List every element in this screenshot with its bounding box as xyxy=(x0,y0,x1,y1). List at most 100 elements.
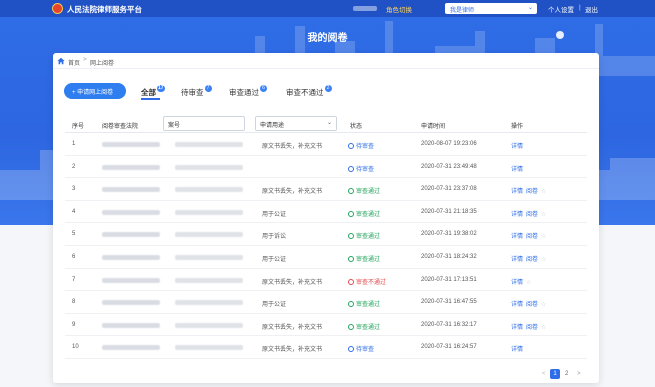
detail-link[interactable]: 详情 xyxy=(511,234,523,240)
tab-all-count: 17 xyxy=(157,85,165,92)
check-circle-icon xyxy=(348,255,354,262)
pagination-page-2[interactable]: 2 xyxy=(565,371,568,377)
apply-online-review-button[interactable]: + 申请网上阅卷 xyxy=(64,83,126,99)
star-icon[interactable]: ☆ xyxy=(541,257,546,263)
pagination-next[interactable]: > xyxy=(577,371,581,377)
tab-failed[interactable]: 审查不通过 2 xyxy=(286,85,332,98)
detail-link[interactable]: 详情 xyxy=(511,167,523,173)
row-time: 2020-08-07 19:23:06 xyxy=(421,141,477,147)
row-index: 2 xyxy=(72,163,76,170)
detail-link[interactable]: 详情 xyxy=(511,189,523,195)
tab-pending[interactable]: 待审查 7 xyxy=(181,85,212,98)
detail-link[interactable]: 详情 xyxy=(511,144,523,150)
status-badge: 审查通过 xyxy=(348,209,380,218)
review-link[interactable]: 阅卷 xyxy=(526,257,538,263)
case-number-redacted xyxy=(175,209,243,215)
role-select[interactable]: 我是律师 ⌄ xyxy=(445,3,537,14)
app-title: 人民法院律师服务平台 xyxy=(67,5,142,14)
row-time: 2020-07-31 23:49:48 xyxy=(421,163,477,170)
star-icon[interactable]: ☆ xyxy=(541,189,546,195)
court-name-redacted xyxy=(102,322,160,328)
chevron-down-icon: ⌄ xyxy=(527,5,533,11)
star-icon[interactable]: ☆ xyxy=(526,280,531,286)
check-circle-icon xyxy=(348,301,354,308)
tab-passed[interactable]: 审查通过 6 xyxy=(229,85,267,98)
clock-icon xyxy=(348,346,354,353)
detail-link[interactable]: 详情 xyxy=(511,257,523,263)
star-icon[interactable]: ☆ xyxy=(541,234,546,240)
star-icon[interactable]: ☆ xyxy=(541,325,546,331)
review-link[interactable]: 阅卷 xyxy=(526,189,538,195)
tab-passed-count: 6 xyxy=(260,85,267,92)
star-icon[interactable]: ☆ xyxy=(541,302,546,308)
row-time: 2020-07-31 16:24:57 xyxy=(421,344,477,351)
row-actions: 详情 xyxy=(511,141,526,150)
check-circle-icon xyxy=(348,233,354,240)
main-card: 首页 > 网上阅卷 + 申请网上阅卷 全部 17 待审查 7 审查通过 6 审查不通过… xyxy=(53,53,599,383)
status-text: 审查通过 xyxy=(356,324,381,331)
case-number-input[interactable]: 案号 xyxy=(163,116,245,131)
clock-icon xyxy=(348,143,354,149)
header-court: 阅卷审查法院 xyxy=(102,124,139,130)
row-actions: 详情 阅卷 ☆ xyxy=(511,186,546,195)
pagination-prev[interactable]: < xyxy=(542,371,546,377)
review-link[interactable]: 阅卷 xyxy=(526,325,538,331)
topbar-separator: | xyxy=(579,4,581,11)
row-time: 2020-07-31 23:37:08 xyxy=(421,186,477,193)
header-action: 操作 xyxy=(511,124,524,130)
court-name-redacted xyxy=(102,300,160,306)
row-actions: 详情 xyxy=(511,164,526,173)
row-usage: 用于公证 xyxy=(262,211,287,218)
usage-filter-select[interactable]: 申请用途 ⌄ xyxy=(255,116,337,131)
moon-decoration xyxy=(556,31,564,39)
row-index: 3 xyxy=(72,186,76,193)
row-actions: 详情 xyxy=(511,344,526,353)
row-index: 1 xyxy=(72,141,76,147)
court-name-redacted xyxy=(102,164,160,170)
row-actions: 详情 阅卷 ☆ xyxy=(511,209,546,218)
role-select-value: 我是律师 xyxy=(450,8,475,14)
star-icon[interactable]: ☆ xyxy=(541,212,546,218)
row-time: 2020-07-31 19:38:02 xyxy=(421,231,477,238)
detail-link[interactable]: 详情 xyxy=(511,212,523,218)
header-index: 序号 xyxy=(72,124,85,130)
clock-icon xyxy=(348,165,354,172)
case-number-redacted xyxy=(175,164,243,170)
status-badge: 待审查 xyxy=(348,164,374,173)
logout-link[interactable]: 退出 xyxy=(585,4,598,14)
tab-failed-label: 审查不通过 xyxy=(286,88,324,97)
status-text: 审查通过 xyxy=(356,256,381,263)
court-name-redacted xyxy=(102,142,160,147)
status-text: 审查通过 xyxy=(356,211,381,218)
row-index: 9 xyxy=(72,321,76,328)
home-icon[interactable] xyxy=(57,57,65,65)
breadcrumb-current: 网上阅卷 xyxy=(90,61,115,67)
detail-link[interactable]: 详情 xyxy=(511,280,523,286)
row-index: 4 xyxy=(72,208,76,215)
check-circle-icon xyxy=(348,188,354,195)
detail-link[interactable]: 详情 xyxy=(511,347,523,353)
detail-link[interactable]: 详情 xyxy=(511,325,523,331)
court-name-redacted xyxy=(102,232,160,238)
row-index: 7 xyxy=(72,276,76,283)
row-actions: 详情 阅卷 ☆ xyxy=(511,231,546,240)
court-name-redacted xyxy=(102,345,160,351)
pagination-page-1[interactable]: 1 xyxy=(550,369,560,379)
blurred-nav-item[interactable] xyxy=(353,6,377,11)
row-index: 8 xyxy=(72,299,76,306)
detail-link[interactable]: 详情 xyxy=(511,302,523,308)
row-usage: 原文书丢失，补充文书 xyxy=(262,189,323,196)
tab-pending-count: 7 xyxy=(204,85,212,92)
status-text: 待审查 xyxy=(356,166,375,173)
review-link[interactable]: 阅卷 xyxy=(526,212,538,218)
table-row: 7 原文书丢失，补充文书 审查不通过 2020-07-31 17:13:51 详情 ☆ xyxy=(65,269,587,292)
court-name-redacted xyxy=(102,254,160,260)
review-link[interactable]: 阅卷 xyxy=(526,302,538,308)
review-link[interactable]: 阅卷 xyxy=(526,234,538,240)
tab-all[interactable]: 全部 17 xyxy=(141,85,165,98)
x-circle-icon xyxy=(348,278,354,285)
breadcrumb: 首页 > 网上阅卷 xyxy=(53,53,599,69)
breadcrumb-home[interactable]: 首页 xyxy=(68,58,80,67)
user-settings-link[interactable]: 个人设置 xyxy=(548,4,574,14)
row-usage: 原文书丢失，补充文书 xyxy=(262,279,323,286)
